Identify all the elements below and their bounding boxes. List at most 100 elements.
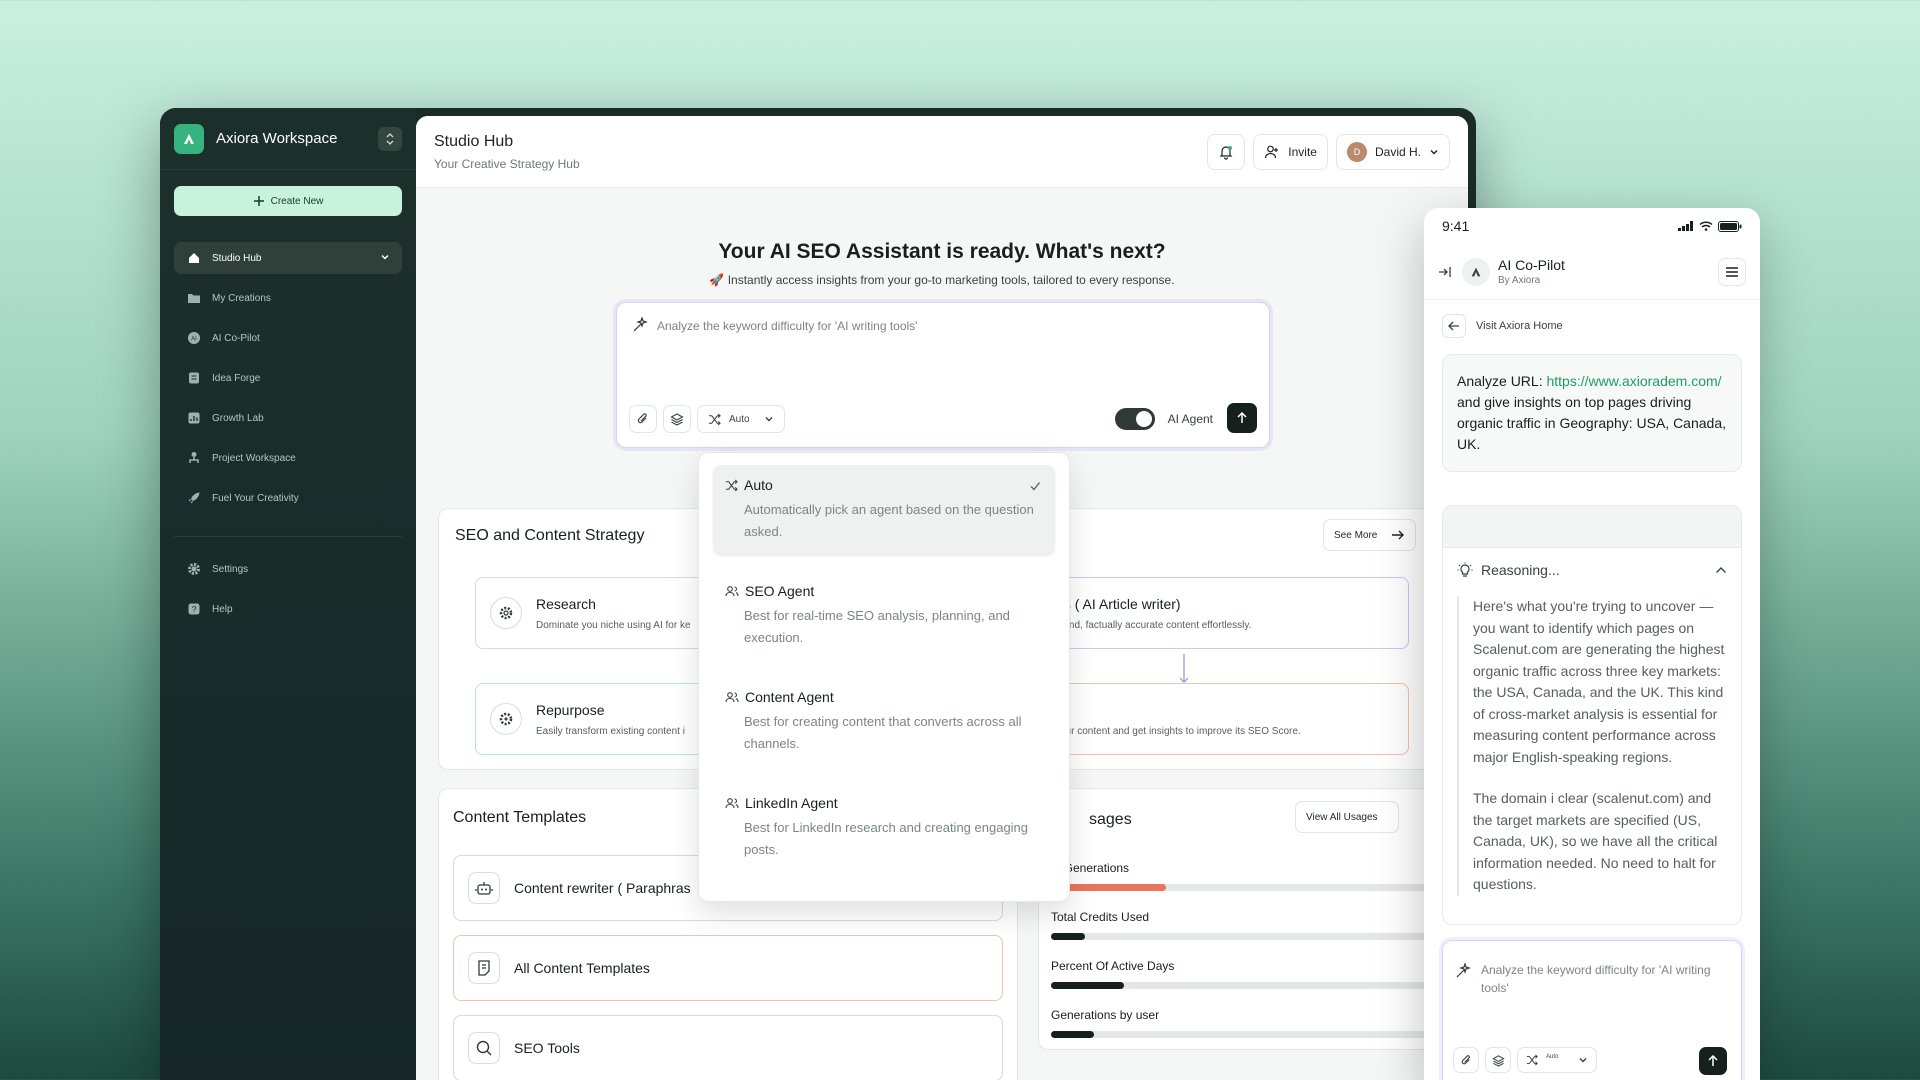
flow-arrow-icon bbox=[1179, 654, 1189, 683]
notifications-button[interactable] bbox=[1207, 133, 1246, 170]
dropdown-option-content-agent[interactable]: Content Agent Best for creating content … bbox=[713, 677, 1055, 767]
settings-spark-icon bbox=[490, 703, 522, 735]
sidebar-item-label: Help bbox=[212, 603, 233, 615]
arrow-right-icon bbox=[1392, 530, 1405, 540]
tile-content-optimizer[interactable]: e our content and get insights to improve… bbox=[1059, 683, 1409, 755]
dropdown-option-linkedin-agent[interactable]: LinkedIn Agent Best for LinkedIn researc… bbox=[713, 783, 1055, 873]
tile-repurpose[interactable]: Repurpose Easily transform existing conte… bbox=[475, 683, 725, 755]
mode-select[interactable]: Auto bbox=[1517, 1047, 1597, 1073]
sparkle-icon bbox=[1455, 962, 1471, 984]
option-desc: Automatically pick an agent based on the… bbox=[744, 502, 1034, 539]
chart-icon bbox=[186, 410, 202, 426]
mobile-copilot: 9:41 AI Co-Pilot By Axiora Visit Axiora … bbox=[1424, 208, 1760, 1080]
layers-icon bbox=[1491, 1054, 1505, 1067]
status-bar: 9:41 bbox=[1424, 208, 1760, 244]
sidebar-item-help[interactable]: ? Help bbox=[174, 593, 402, 625]
usage-progress-fill bbox=[1051, 1031, 1094, 1038]
chevron-down-icon[interactable] bbox=[380, 252, 390, 265]
usage-progress-fill bbox=[1051, 982, 1124, 989]
visit-home-link[interactable]: Visit Axiora Home bbox=[1424, 314, 1760, 338]
option-desc: Best for LinkedIn research and creating … bbox=[744, 820, 1029, 857]
dropdown-option-auto[interactable]: Auto Automatically pick an agent based o… bbox=[713, 465, 1055, 555]
tile-research[interactable]: Research Dominate you niche using AI for … bbox=[475, 577, 725, 649]
sidebar-item-growth-lab[interactable]: Growth Lab bbox=[174, 402, 402, 434]
user-name: David H. bbox=[1374, 144, 1421, 159]
collapse-sidebar-icon[interactable] bbox=[1438, 266, 1452, 278]
hero-subheading: 🚀 Instantly access insights from your go… bbox=[709, 273, 1175, 287]
workspace-switch-icon[interactable] bbox=[378, 126, 402, 151]
sidebar-item-ai-co-pilot[interactable]: AI AI Co-Pilot bbox=[174, 322, 402, 354]
menu-button[interactable] bbox=[1718, 257, 1746, 286]
users-icon bbox=[725, 692, 739, 703]
template-label: Content rewriter ( Paraphras bbox=[514, 880, 691, 896]
reasoning-label: Reasoning... bbox=[1481, 562, 1560, 578]
copilot-subtitle: By Axiora bbox=[1498, 275, 1541, 286]
sidebar-item-my-creations[interactable]: My Creations bbox=[174, 282, 402, 314]
usage-progress-bar bbox=[1051, 982, 1468, 989]
document-icon bbox=[186, 370, 202, 386]
back-button[interactable] bbox=[1442, 314, 1466, 338]
desktop-window: Axiora Workspace Create New Studio Hub M… bbox=[160, 108, 1476, 1080]
template-all-content-templates[interactable]: All Content Templates bbox=[453, 935, 1003, 1001]
sidebar-item-settings[interactable]: Settings bbox=[174, 553, 402, 585]
signal-icon bbox=[1678, 221, 1693, 231]
template-label: SEO Tools bbox=[514, 1040, 580, 1056]
ai-agent-toggle[interactable] bbox=[1115, 408, 1155, 430]
workspace-header[interactable]: Axiora Workspace bbox=[160, 108, 416, 170]
send-button[interactable] bbox=[1227, 403, 1257, 433]
message-link[interactable]: https://www.axioradem.com/ bbox=[1546, 373, 1721, 389]
chevron-down-icon bbox=[765, 417, 773, 422]
usage-label: Total Credits Used bbox=[1051, 910, 1150, 924]
svg-text:?: ? bbox=[191, 605, 196, 615]
rocket-icon bbox=[186, 490, 202, 506]
reasoning-header[interactable]: Reasoning... bbox=[1443, 562, 1741, 578]
see-more-label: See More bbox=[1334, 529, 1378, 541]
copilot-prompt-input[interactable]: Analyze the keyword difficulty for 'AI w… bbox=[1481, 961, 1721, 997]
sidebar-item-label: Growth Lab bbox=[212, 412, 264, 424]
layers-button[interactable] bbox=[663, 405, 691, 433]
sidebar-item-project-workspace[interactable]: Project Workspace bbox=[174, 442, 402, 474]
send-button[interactable] bbox=[1699, 1047, 1727, 1075]
tile-ai-article-writer[interactable]: ts ( AI Article writer) rand, factually a… bbox=[1059, 577, 1409, 649]
tile-desc: Dominate you niche using AI for ke bbox=[536, 619, 691, 631]
usage-row: Total Credits Used10/10 bbox=[1051, 910, 1468, 940]
invite-button[interactable]: Invite bbox=[1253, 133, 1328, 170]
tile-title: Research bbox=[536, 595, 596, 612]
arrow-up-icon bbox=[1708, 1055, 1718, 1066]
sidebar-item-idea-forge[interactable]: Idea Forge bbox=[174, 362, 402, 394]
reasoning-paragraph: The domain i clear (scalenut.com) and th… bbox=[1473, 790, 1718, 892]
layers-button[interactable] bbox=[1485, 1047, 1511, 1073]
template-label: All Content Templates bbox=[514, 960, 650, 976]
sidebar-item-fuel-your-creativity[interactable]: Fuel Your Creativity bbox=[174, 482, 402, 514]
sidebar-item-label: Project Workspace bbox=[212, 452, 296, 464]
paperclip-icon bbox=[1461, 1054, 1470, 1064]
add-user-icon bbox=[1265, 145, 1279, 158]
user-menu-button[interactable]: D David H. bbox=[1335, 133, 1450, 170]
top-bar: Studio Hub Your Creative Strategy Hub In… bbox=[416, 116, 1468, 188]
usage-row: Generations by user10/10 bbox=[1051, 1008, 1468, 1038]
usages-card: sages View All Usages al Generations05/1… bbox=[1038, 788, 1468, 1050]
template-seo-tools[interactable]: SEO Tools bbox=[453, 1015, 1003, 1080]
sidebar-item-studio-hub[interactable]: Studio Hub bbox=[174, 242, 402, 274]
status-time: 9:41 bbox=[1442, 218, 1470, 234]
see-more-button[interactable]: See More bbox=[1323, 519, 1417, 551]
check-icon bbox=[1029, 479, 1041, 497]
usage-progress-bar bbox=[1051, 933, 1468, 940]
sidebar-divider bbox=[174, 536, 402, 537]
hero-heading: Your AI SEO Assistant is ready. What's n… bbox=[718, 240, 1166, 263]
dropdown-option-seo-agent[interactable]: SEO Agent Best for real-time SEO analysi… bbox=[713, 571, 1055, 661]
mode-select-value: Auto bbox=[729, 413, 750, 425]
mode-select[interactable]: Auto bbox=[697, 405, 785, 433]
attach-button[interactable] bbox=[629, 405, 657, 433]
prompt-input[interactable]: Analyze the keyword difficulty for 'AI w… bbox=[657, 319, 917, 333]
create-new-button[interactable]: Create New bbox=[174, 186, 402, 216]
attach-button[interactable] bbox=[1453, 1047, 1479, 1073]
copilot-prompt-box[interactable]: Analyze the keyword difficulty for 'AI w… bbox=[1442, 940, 1742, 1080]
arrow-up-icon bbox=[1237, 412, 1247, 423]
view-all-usages-button[interactable]: View All Usages bbox=[1295, 801, 1399, 833]
create-new-label: Create New bbox=[270, 195, 324, 207]
prompt-box[interactable]: Analyze the keyword difficulty for 'AI w… bbox=[616, 302, 1270, 448]
arrow-left-icon bbox=[1448, 321, 1459, 331]
sidebar-item-label: Studio Hub bbox=[212, 252, 262, 264]
reasoning-strip bbox=[1443, 506, 1741, 548]
